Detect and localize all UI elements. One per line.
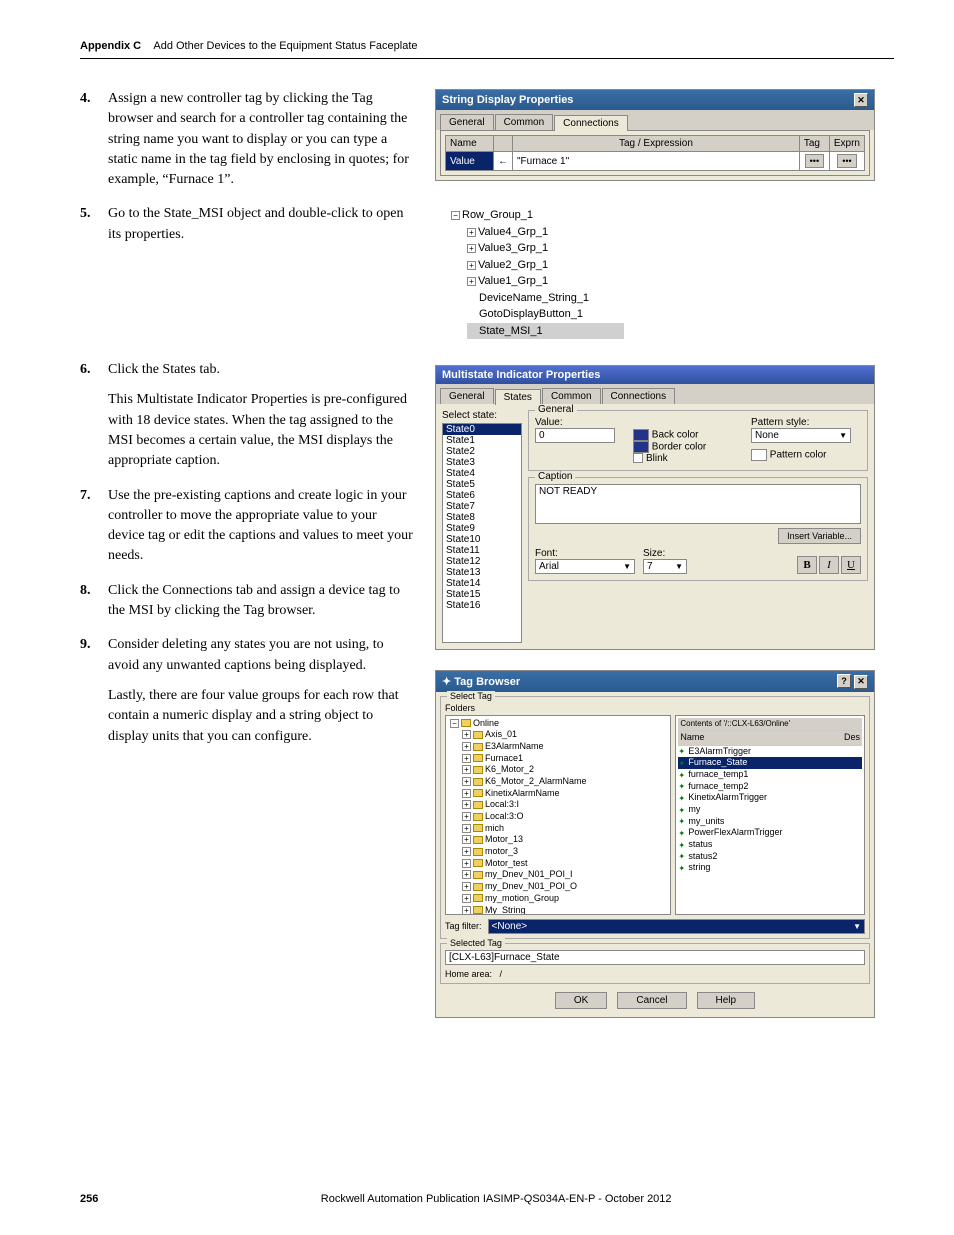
- msi-tabs: General States Common Connections: [436, 384, 874, 404]
- row-value[interactable]: "Furnace 1": [513, 152, 800, 171]
- value-label: Value:: [535, 417, 625, 428]
- header-title: Add Other Devices to the Equipment Statu…: [153, 40, 417, 52]
- publication-info: Rockwell Automation Publication IASIMP-Q…: [80, 1193, 894, 1205]
- cancel-button[interactable]: Cancel: [617, 992, 686, 1009]
- sdp-tabs: General Common Connections: [436, 110, 874, 130]
- page-footer: 256 Rockwell Automation Publication IASI…: [80, 1193, 894, 1205]
- col-tagexp: Tag / Expression: [513, 136, 800, 152]
- chevron-down-icon: ▼: [839, 431, 847, 440]
- msi-titlebar: Multistate Indicator Properties: [436, 366, 874, 384]
- select-state-label: Select state:: [442, 410, 522, 421]
- close-icon[interactable]: ✕: [854, 93, 868, 107]
- backcolor-swatch[interactable]: [633, 429, 649, 441]
- contents-label: Contents of '/::CLX-L63/Online': [678, 718, 862, 731]
- step-9: 9.Consider deleting any states you are n…: [80, 635, 415, 746]
- sdp-titlebar: String Display Properties ✕: [436, 90, 874, 110]
- patterncolor-swatch[interactable]: [751, 449, 767, 461]
- general-fieldset: General Value: 0 Back color Border color…: [528, 410, 868, 471]
- tab-general[interactable]: General: [440, 114, 494, 130]
- help-icon[interactable]: ?: [837, 674, 851, 688]
- ok-button[interactable]: OK: [555, 992, 607, 1009]
- selected-tag-field[interactable]: [CLX-L63]Furnace_State: [445, 950, 865, 965]
- step-5: 5.Go to the State_MSI object and double-…: [80, 204, 415, 245]
- help-button[interactable]: Help: [697, 992, 756, 1009]
- folders-tree[interactable]: −Online +Axis_01 +E3AlarmName +Furnace1 …: [445, 715, 671, 915]
- font-dropdown[interactable]: Arial▼: [535, 559, 635, 574]
- step-7: 7.Use the pre-existing captions and crea…: [80, 486, 415, 567]
- tab-msi-connections[interactable]: Connections: [602, 388, 676, 404]
- step-4: 4.Assign a new controller tag by clickin…: [80, 89, 415, 190]
- tb-titlebar: ✦ Tag Browser ? ✕: [436, 671, 874, 692]
- string-display-properties-dialog: String Display Properties ✕ General Comm…: [435, 89, 875, 181]
- italic-button[interactable]: I: [819, 556, 839, 574]
- tab-msi-common[interactable]: Common: [542, 388, 601, 404]
- chevron-down-icon: ▼: [853, 922, 861, 931]
- page-header: Appendix C Add Other Devices to the Equi…: [80, 40, 894, 52]
- col-exprn: Exprn: [829, 136, 864, 152]
- state-listbox[interactable]: State0 State1State2State3 State4State5St…: [442, 423, 522, 643]
- bold-button[interactable]: B: [797, 556, 817, 574]
- close-icon[interactable]: ✕: [854, 675, 868, 689]
- chevron-down-icon: ▼: [623, 562, 631, 571]
- patternstyle-dropdown[interactable]: None▼: [751, 428, 851, 443]
- tagfilter-dropdown[interactable]: <None>▼: [488, 919, 865, 934]
- object-tree: −Row_Group_1 +Value4_Grp_1 +Value3_Grp_1…: [445, 201, 630, 345]
- step-6: 6.Click the States tab.This Multistate I…: [80, 360, 415, 471]
- caption-textarea[interactable]: NOT READY: [535, 484, 861, 524]
- tab-common[interactable]: Common: [495, 114, 554, 130]
- row-arrow: ←: [494, 152, 513, 171]
- font-label: Font:: [535, 548, 635, 559]
- expand-icon[interactable]: +: [467, 261, 476, 270]
- select-tag-fieldset: Select Tag Folders −Online +Axis_01 +E3A…: [440, 696, 870, 939]
- contents-list[interactable]: Contents of '/::CLX-L63/Online' NameDes …: [675, 715, 865, 915]
- appendix-label: Appendix C: [80, 40, 141, 52]
- tag-browser-dialog: ✦ Tag Browser ? ✕ Select Tag Folders −On…: [435, 670, 875, 1018]
- sdp-grid: Name Tag / Expression Tag Exprn Value ← …: [445, 135, 865, 171]
- expand-icon[interactable]: +: [467, 228, 476, 237]
- expand-icon[interactable]: +: [467, 244, 476, 253]
- collapse-icon: −: [450, 719, 459, 728]
- collapse-icon[interactable]: −: [451, 211, 460, 220]
- home-value: /: [500, 969, 503, 979]
- exprn-browse-button[interactable]: •••: [829, 152, 864, 171]
- expand-icon[interactable]: +: [467, 277, 476, 286]
- insert-variable-button[interactable]: Insert Variable...: [778, 528, 861, 544]
- bordercolor-swatch[interactable]: [633, 441, 649, 453]
- tagfilter-label: Tag filter:: [445, 921, 482, 931]
- step-list: 4.Assign a new controller tag by clickin…: [80, 89, 415, 747]
- folders-label: Folders: [445, 703, 865, 713]
- home-label: Home area:: [445, 969, 492, 979]
- value-input[interactable]: 0: [535, 428, 615, 443]
- col-tag: Tag: [799, 136, 829, 152]
- step-8: 8.Click the Connections tab and assign a…: [80, 581, 415, 622]
- tag-icon: ✦: [442, 676, 451, 688]
- blink-checkbox[interactable]: [633, 453, 643, 463]
- chevron-down-icon: ▼: [675, 562, 683, 571]
- size-label: Size:: [643, 548, 687, 559]
- tab-connections[interactable]: Connections: [554, 115, 628, 131]
- tab-msi-states[interactable]: States: [495, 389, 541, 405]
- selected-tag-fieldset: Selected Tag [CLX-L63]Furnace_State Home…: [440, 943, 870, 984]
- tab-msi-general[interactable]: General: [440, 388, 494, 404]
- row-name: Value: [446, 152, 494, 171]
- col-name: Name: [446, 136, 494, 152]
- msi-dialog: Multistate Indicator Properties General …: [435, 365, 875, 650]
- tag-browse-button[interactable]: •••: [799, 152, 829, 171]
- caption-fieldset: Caption NOT READY Insert Variable... Fon…: [528, 477, 868, 581]
- underline-button[interactable]: U: [841, 556, 861, 574]
- patternstyle-label: Pattern style:: [751, 417, 861, 428]
- header-rule: [80, 58, 894, 59]
- size-dropdown[interactable]: 7▼: [643, 559, 687, 574]
- page-number: 256: [80, 1193, 98, 1205]
